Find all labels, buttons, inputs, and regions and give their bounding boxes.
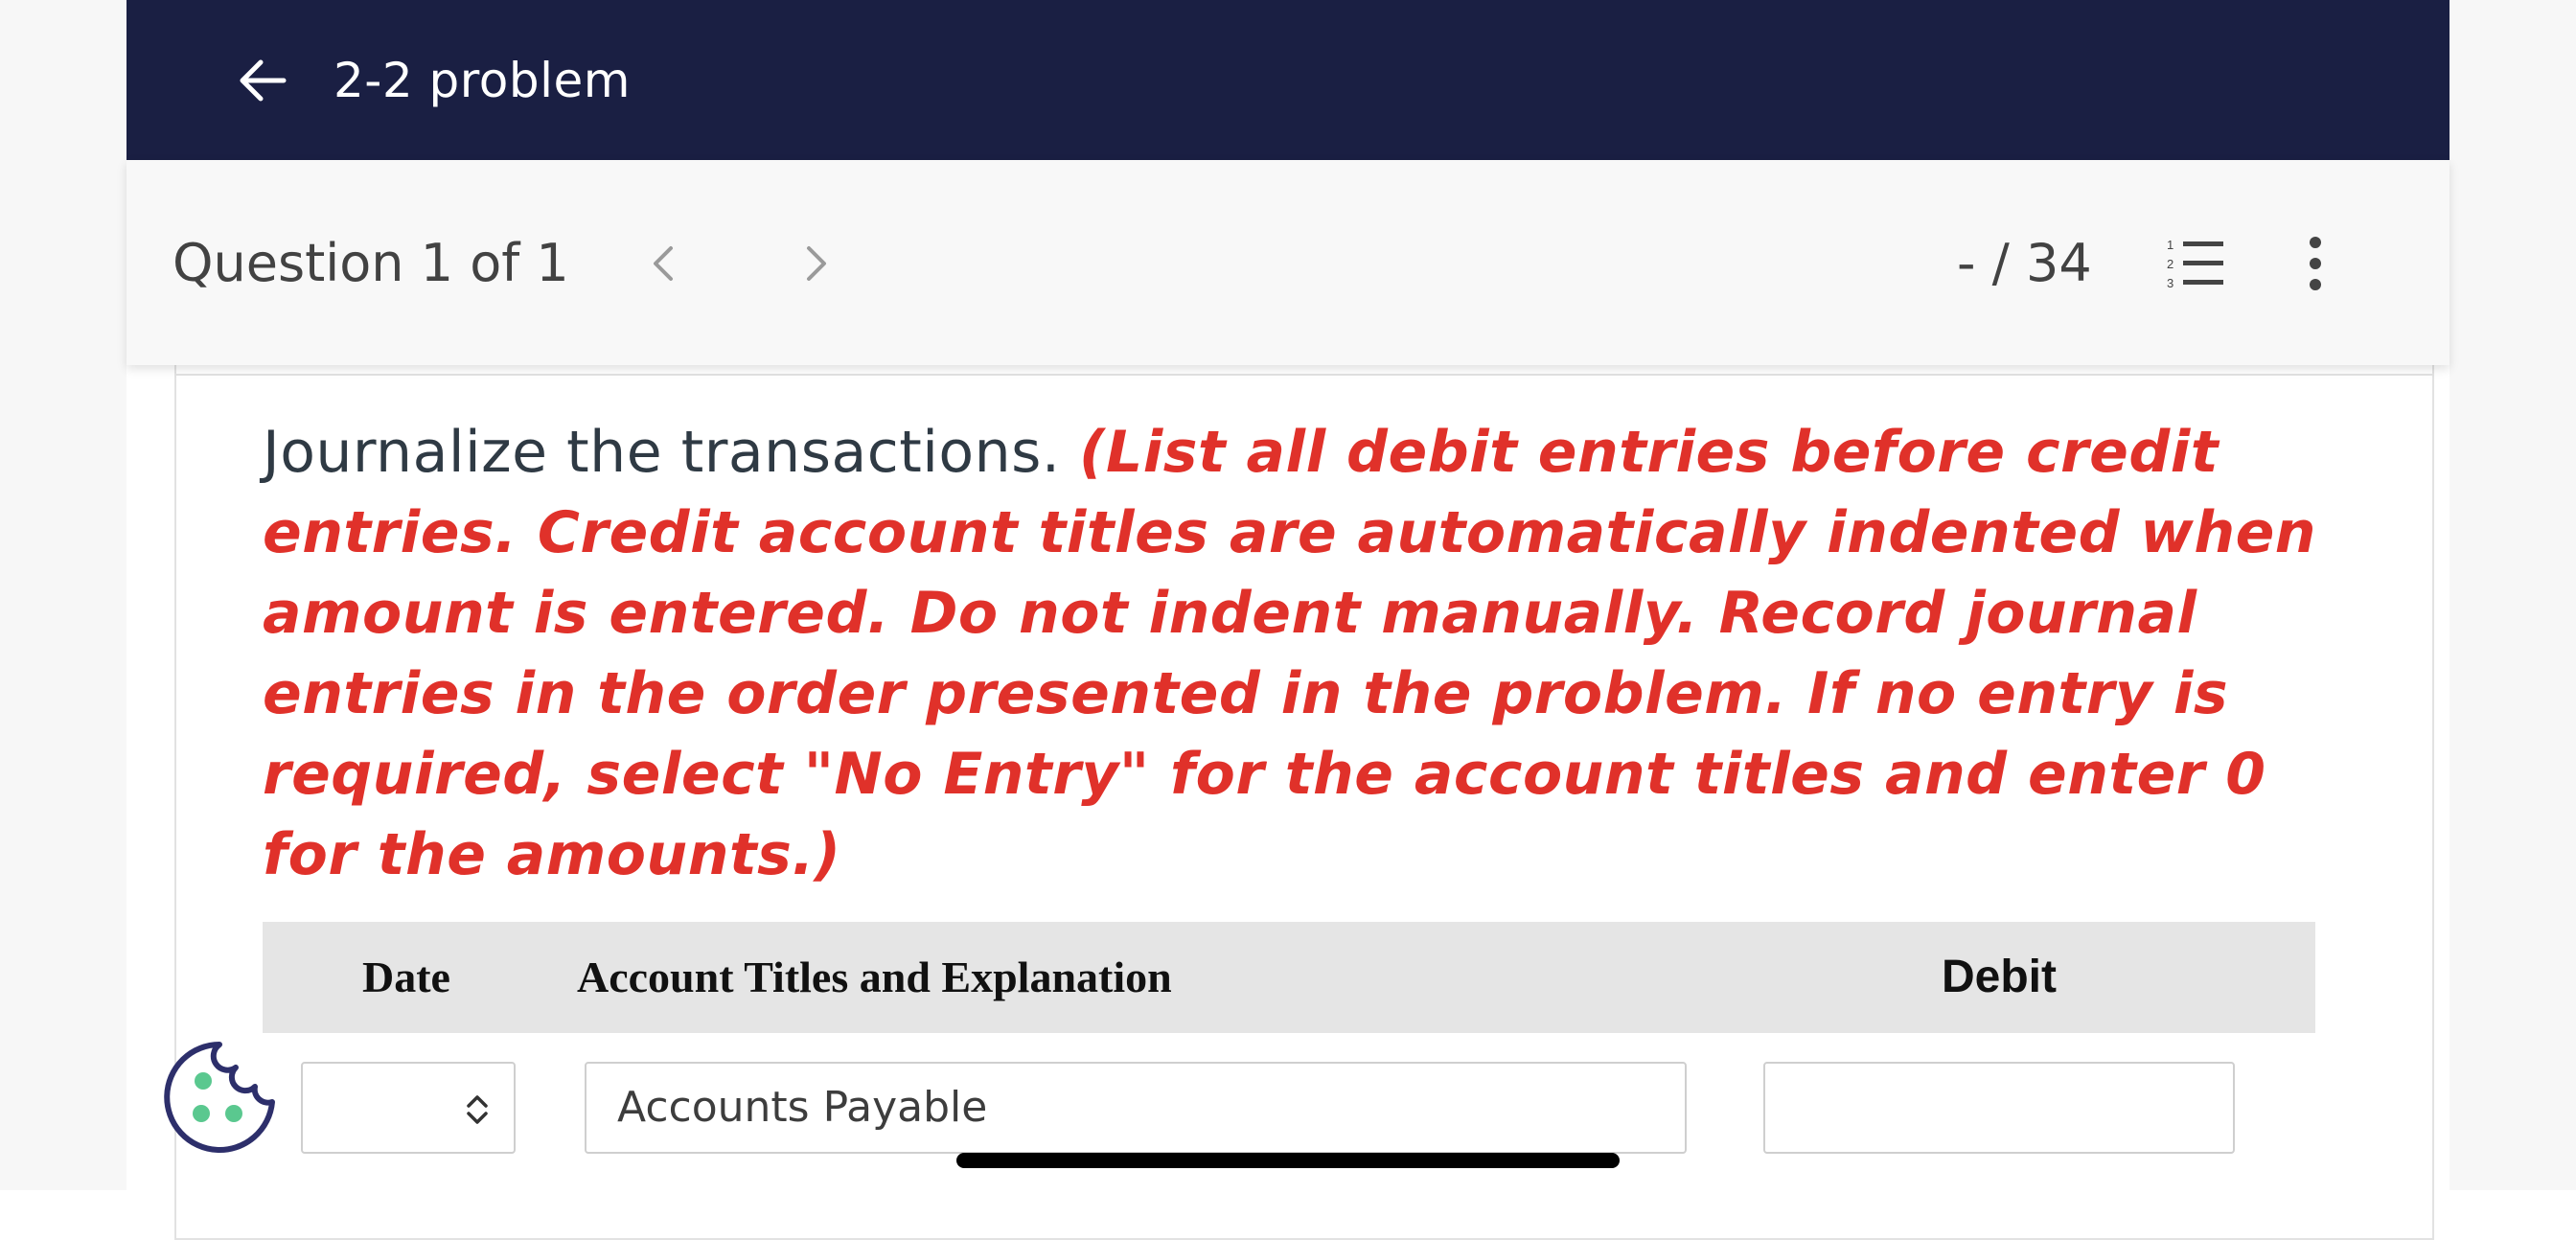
column-header-account: Account Titles and Explanation [577, 953, 1172, 1001]
instruction-note: (List all debit entries before credit en… [263, 419, 2316, 888]
question-instructions: Journalize the transactions. (List all d… [263, 412, 2352, 895]
numbered-list-icon[interactable]: 1 2 3 [2164, 235, 2227, 292]
assignment-title: 2-2 problem [334, 53, 631, 108]
home-indicator [956, 1153, 1620, 1168]
select-updown-icon [467, 1095, 488, 1124]
debit-amount-input[interactable] [1763, 1062, 2235, 1154]
previous-question-chevron-left-icon[interactable] [638, 237, 692, 290]
journal-table-header: Date Account Titles and Explanation Debi… [263, 922, 2315, 1033]
question-card: Journalize the transactions. (List all d… [174, 374, 2434, 1240]
app-container: 2-2 problem Question 1 of 1 - / 34 1 2 3 [126, 0, 2450, 1240]
question-counter: Question 1 of 1 [172, 233, 569, 293]
question-nav-bar: Question 1 of 1 - / 34 1 2 3 [126, 160, 2450, 365]
cookie-icon[interactable] [161, 1039, 278, 1156]
more-vertical-icon[interactable] [2296, 235, 2334, 292]
svg-text:2: 2 [2167, 257, 2174, 271]
score-display: - / 34 [1957, 233, 2092, 293]
column-header-date: Date [362, 953, 450, 1001]
column-header-debit: Debit [1942, 952, 2057, 1002]
instruction-lead: Journalize the transactions. [263, 419, 1061, 486]
right-margin [2450, 0, 2576, 1190]
left-margin [0, 0, 126, 1190]
svg-text:1: 1 [2167, 238, 2174, 252]
date-select[interactable] [301, 1062, 516, 1154]
svg-text:3: 3 [2167, 276, 2174, 290]
account-title-input[interactable]: Accounts Payable [585, 1062, 1687, 1154]
next-question-chevron-right-icon[interactable] [788, 237, 841, 290]
header-bar: 2-2 problem [126, 0, 2450, 160]
back-arrow-icon[interactable] [232, 50, 293, 111]
